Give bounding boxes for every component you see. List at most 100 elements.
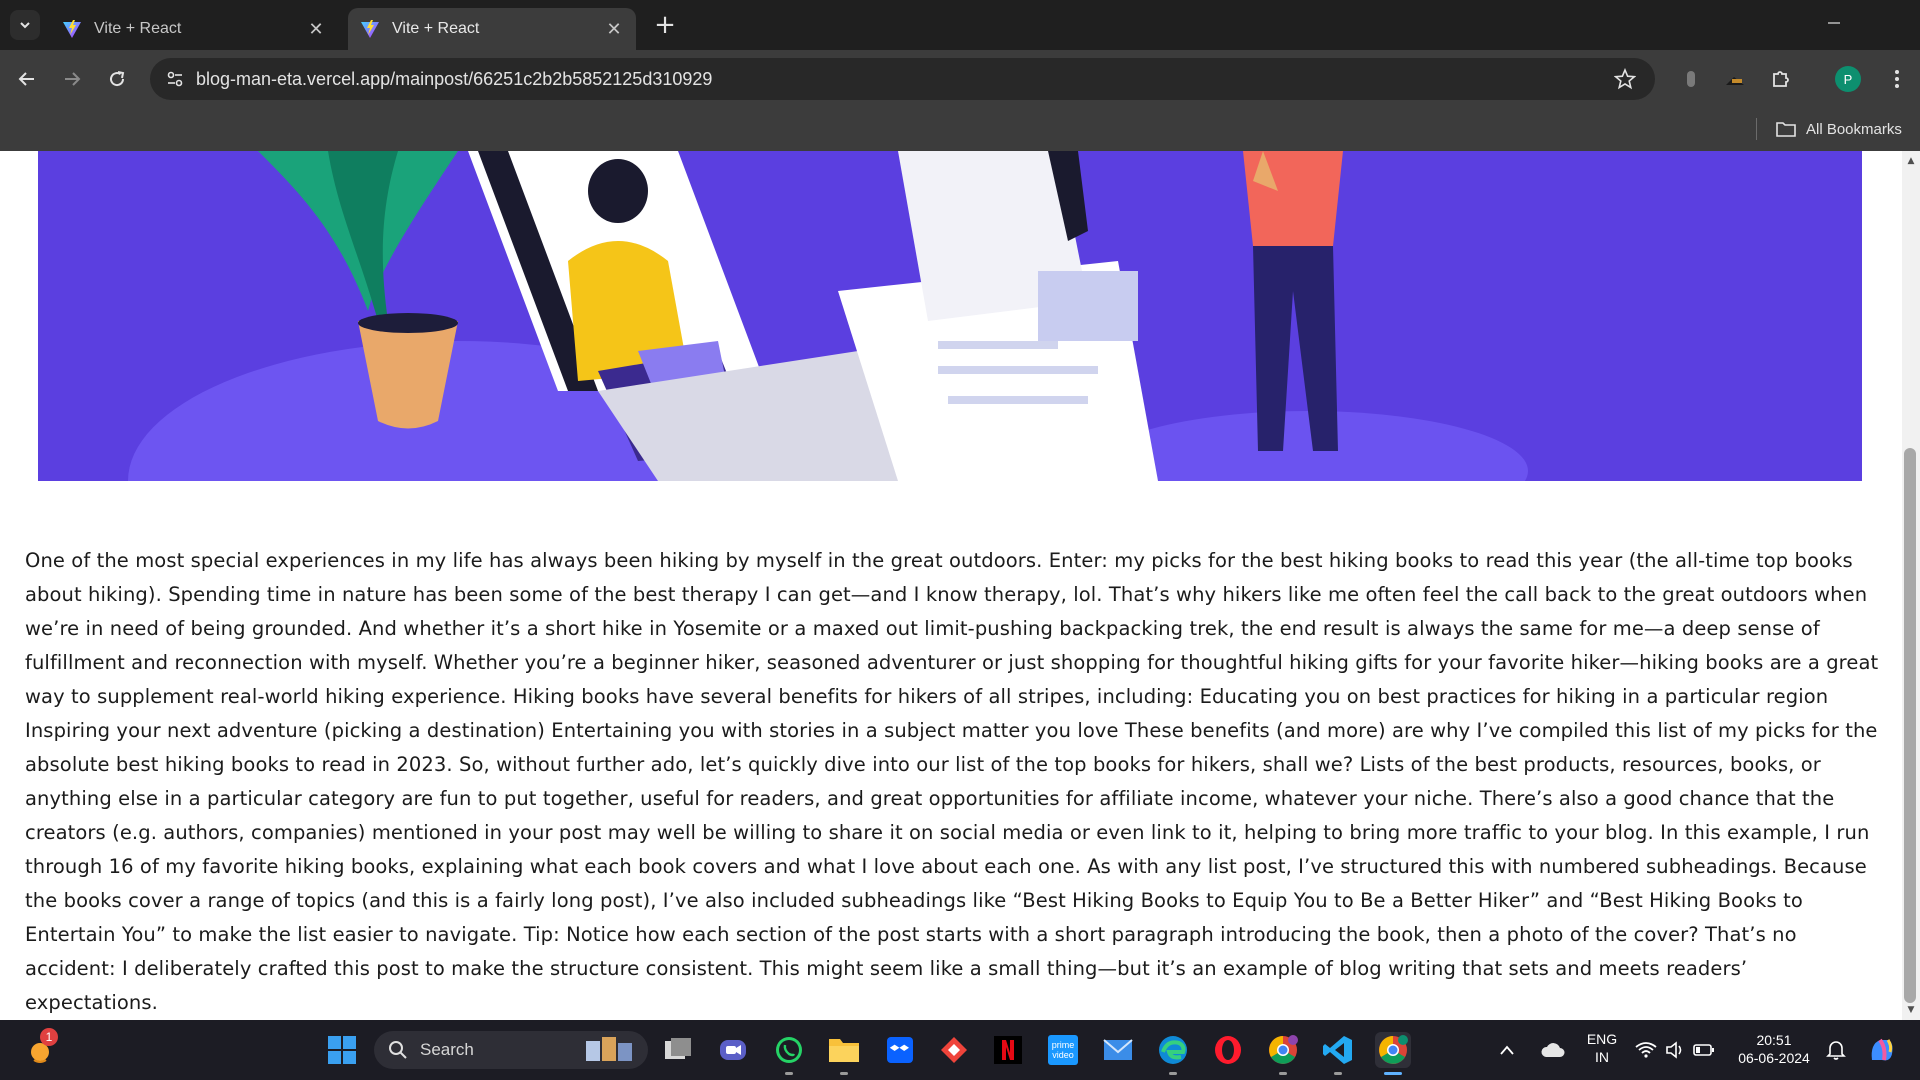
prime-video-app[interactable]: prime video	[1045, 1032, 1081, 1068]
extension-button[interactable]	[1674, 62, 1708, 96]
clock[interactable]: 20:51 06-06-2024	[1728, 1031, 1820, 1067]
tab-search-button[interactable]	[10, 10, 40, 40]
scroll-down-arrow[interactable]: ▼	[1902, 1002, 1920, 1018]
url-text[interactable]: blog-man-eta.vercel.app/mainpost/66251c2…	[196, 69, 1605, 90]
extension-sprite-icon	[1726, 77, 1744, 85]
puzzle-icon	[1773, 71, 1789, 87]
chrome-app[interactable]	[1375, 1032, 1411, 1068]
profile-avatar[interactable]: P	[1835, 66, 1861, 92]
scrollbar-thumb[interactable]	[1904, 448, 1916, 1003]
mail-icon	[1103, 1039, 1133, 1060]
back-button[interactable]	[10, 62, 44, 96]
opera-icon	[1215, 1036, 1241, 1064]
new-tab-button[interactable]: +	[650, 10, 680, 40]
start-button[interactable]	[324, 1032, 360, 1068]
notification-center-button[interactable]	[1822, 1032, 1850, 1068]
edge-app[interactable]	[1155, 1032, 1191, 1068]
cloud-icon	[1541, 1043, 1565, 1057]
vite-logo-icon	[361, 20, 379, 38]
clock-date: 06-06-2024	[1738, 1050, 1810, 1066]
whatsapp-app[interactable]	[771, 1032, 807, 1068]
running-indicator	[785, 1072, 793, 1075]
forward-button[interactable]	[55, 62, 89, 96]
tab-2[interactable]: Vite + React ✕	[348, 8, 636, 50]
copilot-button[interactable]	[1864, 1032, 1900, 1068]
task-view-icon	[665, 1038, 691, 1059]
dropbox-app[interactable]	[882, 1032, 918, 1068]
netflix-icon	[994, 1036, 1022, 1064]
chrome-menu-button[interactable]	[1880, 62, 1914, 96]
teams-icon	[720, 1040, 746, 1060]
show-hidden-icons-button[interactable]	[1494, 1032, 1520, 1068]
post-hero-image	[38, 151, 1862, 481]
chrome-icon	[1379, 1035, 1408, 1064]
edge-icon	[1159, 1036, 1187, 1064]
reload-button[interactable]	[100, 62, 134, 96]
battery-icon	[1693, 1044, 1714, 1056]
arrow-right-icon	[65, 72, 81, 86]
tab-strip: Vite + React ✕ Vite + React ✕ +	[0, 0, 1920, 50]
active-indicator	[1384, 1072, 1402, 1075]
file-explorer-app[interactable]	[826, 1032, 862, 1068]
volume-icon	[1666, 1041, 1682, 1059]
running-indicator	[1279, 1072, 1287, 1075]
bell-icon	[1826, 1041, 1846, 1060]
quick-settings-button[interactable]	[1630, 1032, 1720, 1068]
site-info-button[interactable]	[154, 58, 196, 100]
language-code: ENG	[1586, 1031, 1618, 1047]
tune-icon	[167, 71, 183, 87]
netflix-app[interactable]	[990, 1032, 1026, 1068]
running-indicator	[1169, 1072, 1177, 1075]
tab-1[interactable]: Vite + React ✕	[50, 8, 338, 50]
all-bookmarks-button[interactable]: All Bookmarks	[1776, 116, 1902, 142]
bookmarks-separator	[1756, 118, 1757, 140]
vite-logo-icon	[63, 20, 81, 38]
svg-text:video: video	[1052, 1050, 1074, 1060]
chrome-profile-app[interactable]	[1265, 1032, 1301, 1068]
task-view-button[interactable]	[660, 1032, 696, 1068]
onedrive-button[interactable]	[1538, 1032, 1568, 1068]
reload-icon	[110, 71, 125, 87]
dropbox-icon	[887, 1037, 913, 1063]
search-placeholder: Search	[420, 1040, 474, 1059]
extension-button-2[interactable]	[1718, 62, 1752, 96]
folder-icon	[1776, 122, 1796, 137]
tab-title: Vite + React	[94, 20, 182, 37]
taskbar-search[interactable]: Search	[374, 1031, 648, 1069]
opera-app[interactable]	[1210, 1032, 1246, 1068]
scroll-up-arrow[interactable]: ▲	[1902, 153, 1920, 169]
folder-app-icon	[829, 1039, 859, 1062]
star-icon	[1614, 68, 1636, 90]
anydesk-app[interactable]	[936, 1032, 972, 1068]
whatsapp-icon	[776, 1037, 802, 1063]
language-region: IN	[1595, 1049, 1609, 1065]
chrome-icon	[1269, 1035, 1298, 1064]
minimize-hit-90	[1806, 0, 1862, 46]
kebab-menu-icon	[1895, 70, 1899, 88]
windows-logo-icon	[328, 1036, 356, 1064]
bookmark-star-button[interactable]	[1605, 59, 1645, 99]
tab-title: Vite + React	[392, 20, 480, 37]
svg-text:prime: prime	[1052, 1040, 1075, 1050]
hero-illustration	[38, 151, 1862, 481]
close-tab-icon[interactable]: ✕	[306, 19, 326, 39]
address-bar[interactable]: blog-man-eta.vercel.app/mainpost/66251c2…	[150, 58, 1655, 100]
vscode-icon	[1323, 1036, 1352, 1064]
notification-badge: 1	[40, 1028, 58, 1046]
browser-toolbar: blog-man-eta.vercel.app/mainpost/66251c2…	[0, 50, 1920, 108]
teams-app[interactable]	[715, 1032, 751, 1068]
close-tab-icon[interactable]: ✕	[604, 19, 624, 39]
running-indicator	[840, 1072, 848, 1075]
anydesk-icon	[941, 1037, 967, 1063]
prime-video-icon: primevideo	[1048, 1035, 1078, 1065]
mail-app[interactable]	[1100, 1032, 1136, 1068]
vscode-app[interactable]	[1320, 1032, 1356, 1068]
extension-sprite-icon	[1687, 71, 1695, 87]
chevron-down-icon	[20, 22, 30, 29]
bookmarks-bar: All Bookmarks	[0, 108, 1920, 151]
search-icon	[389, 1041, 407, 1059]
windows-taskbar: 1 Search prime video ENG IN 20:51 06-06-…	[0, 1020, 1920, 1080]
language-indicator[interactable]: ENG IN	[1578, 1030, 1626, 1066]
clock-time: 20:51	[1756, 1032, 1792, 1048]
extensions-menu-button[interactable]	[1764, 62, 1798, 96]
